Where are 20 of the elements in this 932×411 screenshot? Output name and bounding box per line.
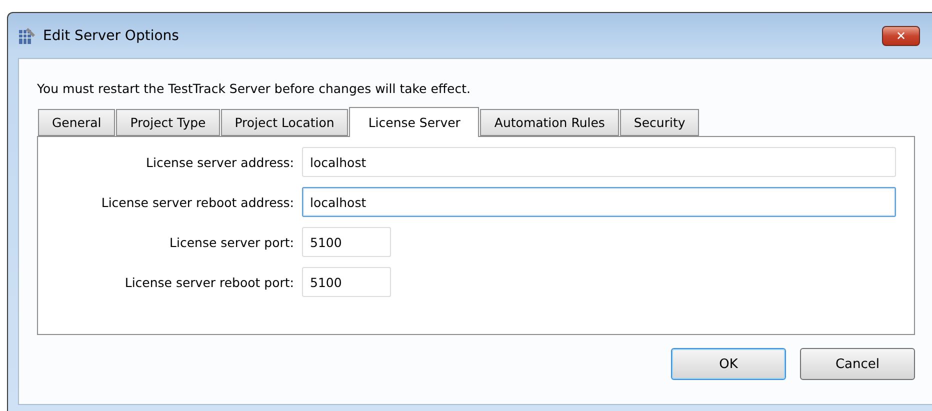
input-field[interactable]: localhost <box>302 147 896 177</box>
tab[interactable]: Project Location <box>220 109 348 136</box>
cancel-button[interactable]: Cancel <box>800 348 915 380</box>
input-field[interactable]: localhost <box>302 187 896 217</box>
tab[interactable]: General <box>38 109 116 136</box>
tab[interactable]: License Server <box>349 107 480 137</box>
tab[interactable]: Project Type <box>116 109 220 136</box>
field-label: License server address: <box>145 154 295 170</box>
close-button[interactable]: ✕ <box>882 26 920 46</box>
tab[interactable]: Automation Rules <box>480 109 619 136</box>
field-label: License server reboot port: <box>124 274 295 290</box>
server-tools-icon <box>18 26 37 45</box>
ok-button[interactable]: OK <box>671 348 786 380</box>
field-label: License server port: <box>168 234 295 250</box>
input-field[interactable]: 5100 <box>302 227 391 257</box>
restart-notice: You must restart the TestTrack Server before changes will take effect. <box>37 81 470 96</box>
field-label: License server reboot address: <box>100 194 295 210</box>
input-field[interactable]: 5100 <box>302 267 391 297</box>
window-title: Edit Server Options <box>43 28 180 44</box>
tab[interactable]: Security <box>620 109 700 136</box>
